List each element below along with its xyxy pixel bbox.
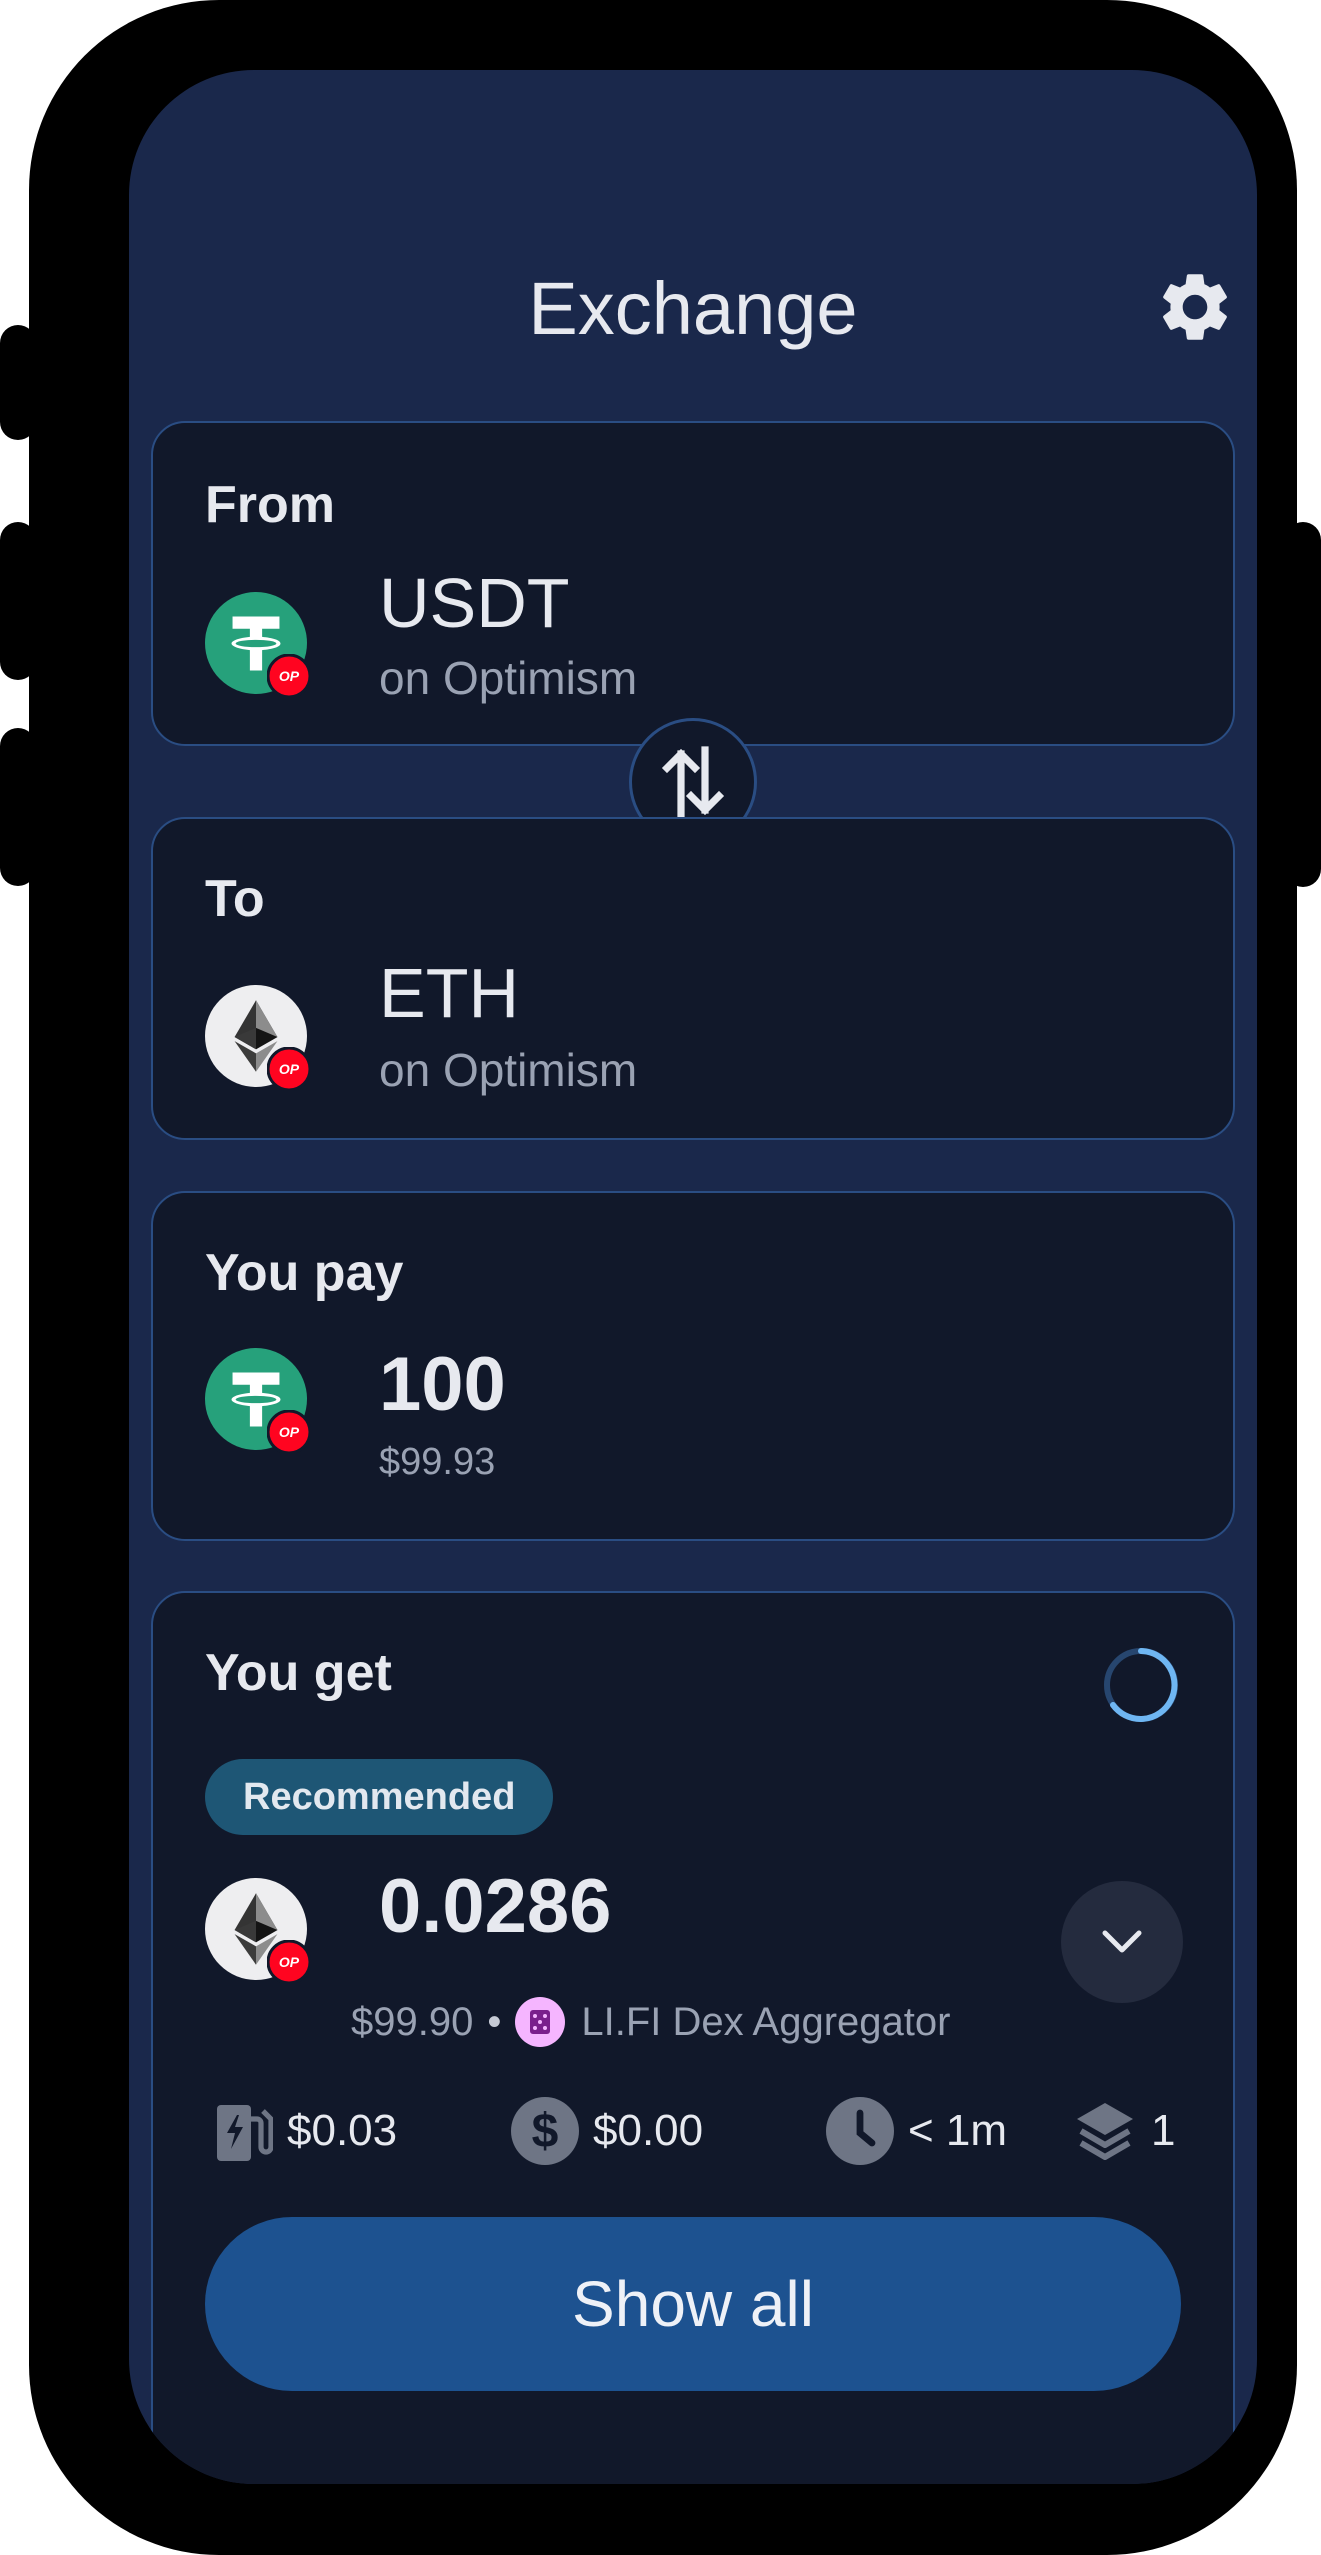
provider-name: LI.FI Dex Aggregator: [581, 1999, 951, 2044]
time-stat: < 1m: [826, 2091, 1007, 2171]
phone-side-button: [0, 522, 36, 680]
gas-cost-value: $0.03: [287, 2106, 398, 2155]
dollar-icon: $: [511, 2097, 579, 2165]
steps-stat: 1: [1073, 2091, 1175, 2171]
to-card[interactable]: To OP ETH on Optimism: [151, 817, 1235, 1140]
optimism-icon: OP: [267, 1940, 311, 1984]
get-usd-value: $99.90: [351, 1999, 474, 2044]
app-screen: Exchange From OP USDT on Optimism To OP …: [129, 70, 1257, 2484]
you-get-label: You get: [205, 1644, 392, 1702]
gear-icon[interactable]: [1154, 266, 1236, 348]
get-token-icon: OP: [205, 1878, 311, 1984]
svg-text:OP: OP: [279, 1061, 300, 1077]
to-chain-name: on Optimism: [379, 1044, 638, 1096]
page-title: Exchange: [528, 267, 858, 350]
you-get-card: You get Recommended OP 0.0286 $99.90 • L…: [151, 1591, 1235, 2484]
fee-value: $0.00: [593, 2106, 704, 2155]
from-label: From: [205, 476, 335, 534]
phone-frame: Exchange From OP USDT on Optimism To OP …: [29, 0, 1297, 2555]
steps-value: 1: [1151, 2106, 1176, 2155]
from-card[interactable]: From OP USDT on Optimism: [151, 421, 1235, 746]
route-meta: $99.90 • LI.FI Dex Aggregator: [351, 1997, 950, 2047]
get-amount: 0.0286: [379, 1864, 612, 1949]
layers-icon: [1077, 2103, 1133, 2160]
swap-arrows-icon: [661, 746, 725, 818]
from-chain-name: on Optimism: [379, 652, 638, 704]
loading-spinner-icon: [1104, 1648, 1178, 1722]
from-token-name: USDT: [379, 564, 570, 642]
lifi-logo-icon: [515, 1997, 566, 2047]
svg-text:OP: OP: [279, 668, 300, 684]
gas-cost-stat: $0.03: [215, 2091, 397, 2171]
pay-usd-value: $99.93: [379, 1441, 496, 1483]
time-value: < 1m: [908, 2106, 1008, 2155]
chevron-down-icon: [1102, 1930, 1142, 1953]
to-token-name: ETH: [379, 954, 519, 1032]
pay-token-icon: OP: [205, 1348, 311, 1454]
svg-text:OP: OP: [279, 1954, 300, 1970]
svg-text:OP: OP: [279, 1424, 300, 1440]
expand-route-button[interactable]: [1061, 1881, 1183, 2003]
from-token-icon: OP: [205, 592, 311, 698]
recommended-badge: Recommended: [205, 1759, 554, 1835]
phone-side-button: [0, 728, 36, 886]
optimism-icon: OP: [267, 1047, 311, 1091]
to-token-icon: OP: [205, 985, 311, 1091]
gas-pump-icon: [217, 2105, 273, 2161]
optimism-icon: OP: [267, 654, 311, 698]
optimism-icon: OP: [267, 1410, 311, 1454]
to-label: To: [205, 870, 265, 928]
you-pay-label: You pay: [205, 1244, 404, 1302]
separator-dot: •: [487, 1999, 502, 2044]
pay-amount-input[interactable]: 100: [379, 1341, 506, 1428]
you-pay-card[interactable]: You pay OP 100 $99.93: [151, 1191, 1235, 1541]
svg-text:$: $: [532, 2105, 559, 2158]
fee-stat: $ $0.00: [511, 2091, 703, 2171]
phone-side-button: [0, 325, 36, 440]
phone-side-button: [1285, 522, 1321, 887]
clock-icon: [826, 2097, 894, 2165]
show-all-button[interactable]: Show all: [205, 2217, 1181, 2391]
